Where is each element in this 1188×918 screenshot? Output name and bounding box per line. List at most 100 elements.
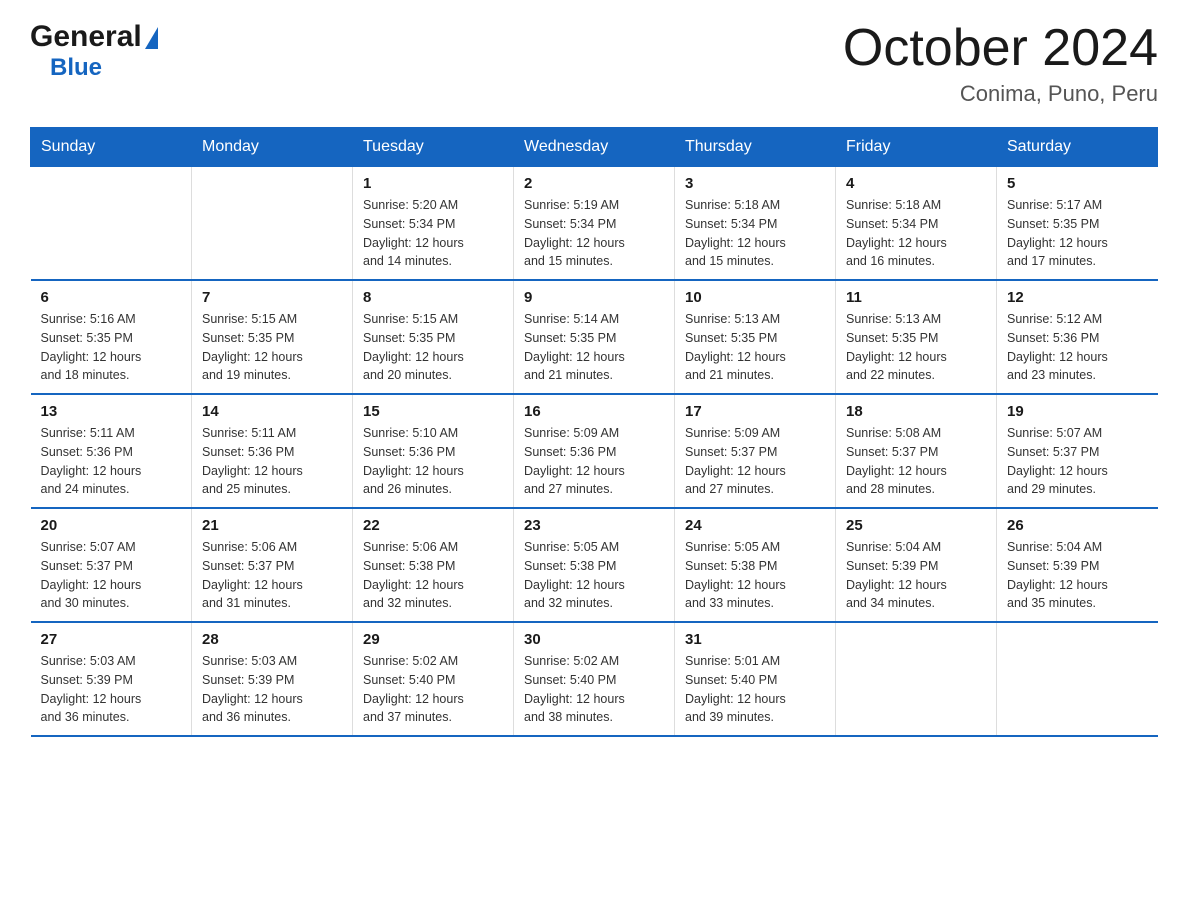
day-cell: 30 Sunrise: 5:02 AM Sunset: 5:40 PM Dayli… [514, 622, 675, 736]
calendar-table: SundayMondayTuesdayWednesdayThursdayFrid… [30, 127, 1158, 737]
day-cell: 7 Sunrise: 5:15 AM Sunset: 5:35 PM Daylig… [192, 280, 353, 394]
day-cell: 19 Sunrise: 5:07 AM Sunset: 5:37 PM Dayli… [997, 394, 1158, 508]
day-info: Sunrise: 5:18 AM Sunset: 5:34 PM Dayligh… [846, 196, 986, 271]
page-header: General Blue October 2024 Conima, Puno, … [30, 20, 1158, 107]
day-number: 17 [685, 403, 825, 420]
week-row-4: 20 Sunrise: 5:07 AM Sunset: 5:37 PM Dayli… [31, 508, 1158, 622]
day-info: Sunrise: 5:02 AM Sunset: 5:40 PM Dayligh… [363, 652, 503, 727]
day-info: Sunrise: 5:08 AM Sunset: 5:37 PM Dayligh… [846, 424, 986, 499]
header-row: SundayMondayTuesdayWednesdayThursdayFrid… [31, 128, 1158, 167]
week-row-2: 6 Sunrise: 5:16 AM Sunset: 5:35 PM Daylig… [31, 280, 1158, 394]
day-cell: 9 Sunrise: 5:14 AM Sunset: 5:35 PM Daylig… [514, 280, 675, 394]
day-cell: 23 Sunrise: 5:05 AM Sunset: 5:38 PM Dayli… [514, 508, 675, 622]
day-cell: 28 Sunrise: 5:03 AM Sunset: 5:39 PM Dayli… [192, 622, 353, 736]
day-cell [997, 622, 1158, 736]
day-cell: 31Sunrise: 5:01 AM Sunset: 5:40 PM Dayli… [675, 622, 836, 736]
day-cell: 14 Sunrise: 5:11 AM Sunset: 5:36 PM Dayli… [192, 394, 353, 508]
day-cell: 16Sunrise: 5:09 AM Sunset: 5:36 PM Dayli… [514, 394, 675, 508]
day-info: Sunrise: 5:05 AM Sunset: 5:38 PM Dayligh… [685, 538, 825, 613]
header-tuesday: Tuesday [353, 128, 514, 167]
day-cell: 26 Sunrise: 5:04 AM Sunset: 5:39 PM Dayli… [997, 508, 1158, 622]
day-number: 9 [524, 289, 664, 306]
day-info: Sunrise: 5:06 AM Sunset: 5:38 PM Dayligh… [363, 538, 503, 613]
day-cell: 24Sunrise: 5:05 AM Sunset: 5:38 PM Dayli… [675, 508, 836, 622]
day-number: 23 [524, 517, 664, 534]
day-cell: 2Sunrise: 5:19 AM Sunset: 5:34 PM Daylig… [514, 167, 675, 281]
header-friday: Friday [836, 128, 997, 167]
day-number: 14 [202, 403, 342, 420]
day-number: 29 [363, 631, 503, 648]
day-info: Sunrise: 5:18 AM Sunset: 5:34 PM Dayligh… [685, 196, 825, 271]
day-info: Sunrise: 5:04 AM Sunset: 5:39 PM Dayligh… [1007, 538, 1148, 613]
day-info: Sunrise: 5:15 AM Sunset: 5:35 PM Dayligh… [202, 310, 342, 385]
day-number: 13 [41, 403, 182, 420]
day-number: 10 [685, 289, 825, 306]
logo-general-text: General [30, 20, 142, 54]
day-cell: 1 Sunrise: 5:20 AM Sunset: 5:34 PM Daylig… [353, 167, 514, 281]
day-number: 3 [685, 175, 825, 192]
day-number: 20 [41, 517, 182, 534]
day-number: 19 [1007, 403, 1148, 420]
day-cell: 5 Sunrise: 5:17 AM Sunset: 5:35 PM Daylig… [997, 167, 1158, 281]
day-info: Sunrise: 5:11 AM Sunset: 5:36 PM Dayligh… [202, 424, 342, 499]
day-number: 11 [846, 289, 986, 306]
header-saturday: Saturday [997, 128, 1158, 167]
day-info: Sunrise: 5:20 AM Sunset: 5:34 PM Dayligh… [363, 196, 503, 271]
header-sunday: Sunday [31, 128, 192, 167]
day-number: 28 [202, 631, 342, 648]
day-info: Sunrise: 5:02 AM Sunset: 5:40 PM Dayligh… [524, 652, 664, 727]
day-cell: 13Sunrise: 5:11 AM Sunset: 5:36 PM Dayli… [31, 394, 192, 508]
day-info: Sunrise: 5:17 AM Sunset: 5:35 PM Dayligh… [1007, 196, 1148, 271]
calendar-title: October 2024 [843, 20, 1158, 77]
day-number: 4 [846, 175, 986, 192]
day-number: 8 [363, 289, 503, 306]
day-info: Sunrise: 5:15 AM Sunset: 5:35 PM Dayligh… [363, 310, 503, 385]
day-info: Sunrise: 5:03 AM Sunset: 5:39 PM Dayligh… [202, 652, 342, 727]
day-cell: 15 Sunrise: 5:10 AM Sunset: 5:36 PM Dayli… [353, 394, 514, 508]
day-info: Sunrise: 5:05 AM Sunset: 5:38 PM Dayligh… [524, 538, 664, 613]
title-block: October 2024 Conima, Puno, Peru [843, 20, 1158, 107]
day-info: Sunrise: 5:09 AM Sunset: 5:37 PM Dayligh… [685, 424, 825, 499]
day-number: 27 [41, 631, 182, 648]
day-number: 15 [363, 403, 503, 420]
day-number: 26 [1007, 517, 1148, 534]
day-number: 25 [846, 517, 986, 534]
header-wednesday: Wednesday [514, 128, 675, 167]
day-info: Sunrise: 5:07 AM Sunset: 5:37 PM Dayligh… [41, 538, 182, 613]
day-info: Sunrise: 5:10 AM Sunset: 5:36 PM Dayligh… [363, 424, 503, 499]
day-number: 2 [524, 175, 664, 192]
day-info: Sunrise: 5:01 AM Sunset: 5:40 PM Dayligh… [685, 652, 825, 727]
day-cell [31, 167, 192, 281]
week-row-5: 27 Sunrise: 5:03 AM Sunset: 5:39 PM Dayli… [31, 622, 1158, 736]
calendar-subtitle: Conima, Puno, Peru [843, 81, 1158, 107]
day-cell [192, 167, 353, 281]
day-cell: 27 Sunrise: 5:03 AM Sunset: 5:39 PM Dayli… [31, 622, 192, 736]
header-monday: Monday [192, 128, 353, 167]
day-info: Sunrise: 5:16 AM Sunset: 5:35 PM Dayligh… [41, 310, 182, 385]
day-number: 22 [363, 517, 503, 534]
logo-blue-text: Blue [50, 54, 102, 81]
day-number: 18 [846, 403, 986, 420]
day-cell: 17 Sunrise: 5:09 AM Sunset: 5:37 PM Dayli… [675, 394, 836, 508]
day-info: Sunrise: 5:03 AM Sunset: 5:39 PM Dayligh… [41, 652, 182, 727]
day-number: 7 [202, 289, 342, 306]
day-cell: 21 Sunrise: 5:06 AM Sunset: 5:37 PM Dayli… [192, 508, 353, 622]
header-thursday: Thursday [675, 128, 836, 167]
day-number: 5 [1007, 175, 1148, 192]
week-row-1: 1 Sunrise: 5:20 AM Sunset: 5:34 PM Daylig… [31, 167, 1158, 281]
day-info: Sunrise: 5:12 AM Sunset: 5:36 PM Dayligh… [1007, 310, 1148, 385]
day-info: Sunrise: 5:07 AM Sunset: 5:37 PM Dayligh… [1007, 424, 1148, 499]
day-info: Sunrise: 5:14 AM Sunset: 5:35 PM Dayligh… [524, 310, 664, 385]
day-number: 6 [41, 289, 182, 306]
day-info: Sunrise: 5:06 AM Sunset: 5:37 PM Dayligh… [202, 538, 342, 613]
day-cell: 3 Sunrise: 5:18 AM Sunset: 5:34 PM Daylig… [675, 167, 836, 281]
day-info: Sunrise: 5:13 AM Sunset: 5:35 PM Dayligh… [846, 310, 986, 385]
day-cell: 8 Sunrise: 5:15 AM Sunset: 5:35 PM Daylig… [353, 280, 514, 394]
day-cell: 29 Sunrise: 5:02 AM Sunset: 5:40 PM Dayli… [353, 622, 514, 736]
day-number: 21 [202, 517, 342, 534]
day-number: 12 [1007, 289, 1148, 306]
day-number: 1 [363, 175, 503, 192]
day-cell: 25 Sunrise: 5:04 AM Sunset: 5:39 PM Dayli… [836, 508, 997, 622]
day-number: 30 [524, 631, 664, 648]
day-info: Sunrise: 5:04 AM Sunset: 5:39 PM Dayligh… [846, 538, 986, 613]
